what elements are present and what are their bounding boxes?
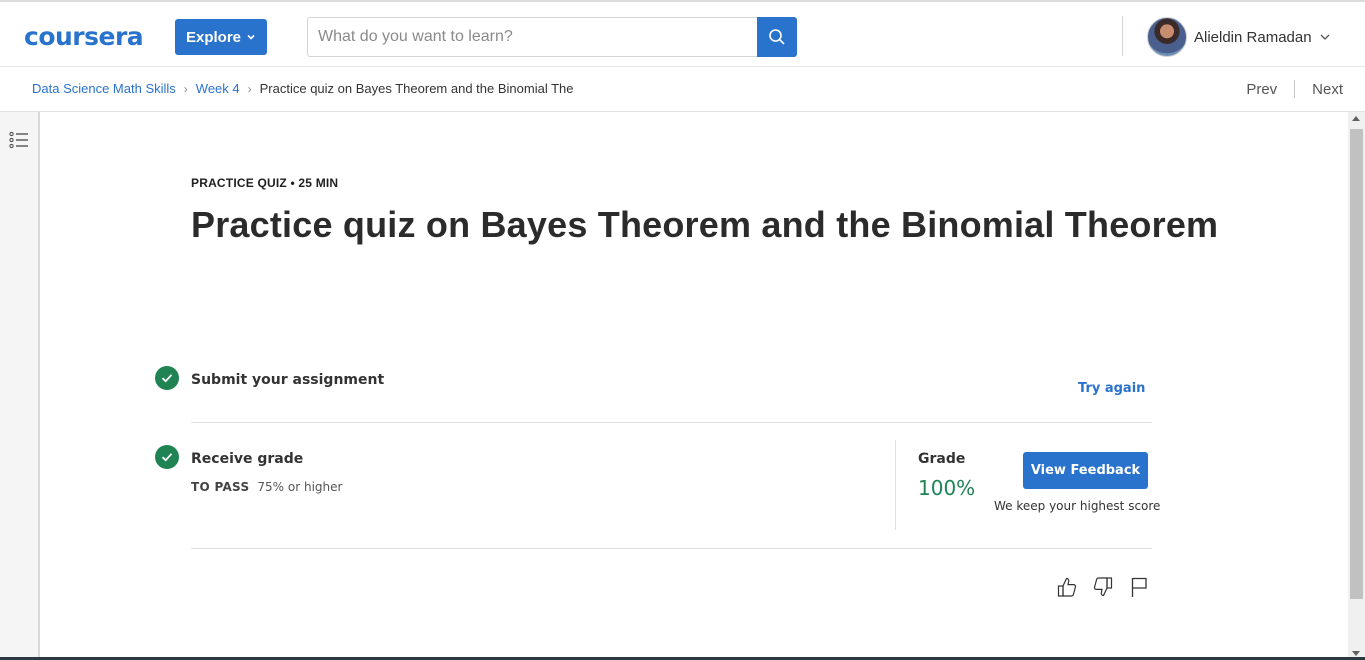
explore-button[interactable]: Explore <box>175 19 267 55</box>
search-button[interactable] <box>757 17 797 57</box>
chevron-down-icon[interactable] <box>1319 31 1331 43</box>
thumbs-down-icon[interactable] <box>1092 575 1114 599</box>
breadcrumb-week[interactable]: Week 4 <box>196 81 240 96</box>
to-pass-label: TO PASS <box>191 480 250 494</box>
feedback-actions <box>1056 575 1150 599</box>
try-again-link[interactable]: Try again <box>1078 381 1145 396</box>
user-name[interactable]: Alieldin Ramadan <box>1194 29 1312 46</box>
scroll-thumb[interactable] <box>1350 129 1363 599</box>
left-rail <box>0 112 40 660</box>
breadcrumb-current: Practice quiz on Bayes Theorem and the B… <box>259 81 574 96</box>
explore-label: Explore <box>185 28 242 46</box>
quiz-type: PRACTICE QUIZ <box>191 176 287 190</box>
pass-requirement: TO PASS 75% or higher <box>191 480 342 494</box>
to-pass-value: 75% or higher <box>257 480 343 494</box>
divider <box>191 422 1152 423</box>
submit-step-title: Submit your assignment <box>191 372 385 388</box>
nav-divider <box>1294 80 1296 98</box>
vertical-scrollbar[interactable] <box>1348 112 1365 660</box>
search-icon <box>769 29 785 45</box>
flag-icon[interactable] <box>1128 575 1150 599</box>
search-field[interactable] <box>307 17 758 57</box>
user-menu[interactable]: Alieldin Ramadan <box>1147 17 1331 57</box>
highest-score-note: We keep your highest score <box>994 499 1161 513</box>
quiz-kicker: PRACTICE QUIZ • 25 MIN <box>191 176 338 190</box>
quiz-duration: 25 MIN <box>298 176 339 190</box>
chevron-right-icon: › <box>183 81 188 96</box>
breadcrumb-bar: Data Science Math Skills › Week 4 › Prac… <box>0 67 1365 112</box>
logo-text[interactable]: coursera <box>24 22 144 51</box>
chevron-down-icon <box>247 34 255 40</box>
prev-next-nav: Prev Next <box>1246 80 1343 98</box>
coursera-logo[interactable]: coursera <box>24 19 144 53</box>
prev-link[interactable]: Prev <box>1246 81 1277 98</box>
header-divider <box>1122 16 1123 56</box>
grade-label: Grade <box>918 451 966 467</box>
scroll-down-arrow-icon[interactable] <box>1352 651 1360 656</box>
avatar[interactable] <box>1147 17 1187 57</box>
top-header: coursera Explore Alieldin Ramadan <box>0 0 1365 67</box>
list-icon[interactable] <box>9 131 29 149</box>
thumbs-up-icon[interactable] <box>1056 575 1078 599</box>
receive-grade-title: Receive grade <box>191 451 304 467</box>
page-title: Practice quiz on Bayes Theorem and the B… <box>191 204 1219 245</box>
grade-value: 100% <box>918 476 976 500</box>
chevron-right-icon: › <box>247 81 252 96</box>
scroll-up-arrow-icon[interactable] <box>1352 116 1360 121</box>
main-content: PRACTICE QUIZ • 25 MIN Practice quiz on … <box>42 112 1348 660</box>
breadcrumb-course[interactable]: Data Science Math Skills <box>32 81 176 96</box>
search-input[interactable] <box>318 28 758 46</box>
breadcrumb: Data Science Math Skills › Week 4 › Prac… <box>32 81 574 96</box>
grade-divider <box>895 440 896 530</box>
divider <box>191 548 1152 549</box>
view-feedback-button[interactable]: View Feedback <box>1023 452 1148 489</box>
check-circle-icon <box>155 445 179 469</box>
check-circle-icon <box>155 366 179 390</box>
next-link[interactable]: Next <box>1312 81 1343 98</box>
